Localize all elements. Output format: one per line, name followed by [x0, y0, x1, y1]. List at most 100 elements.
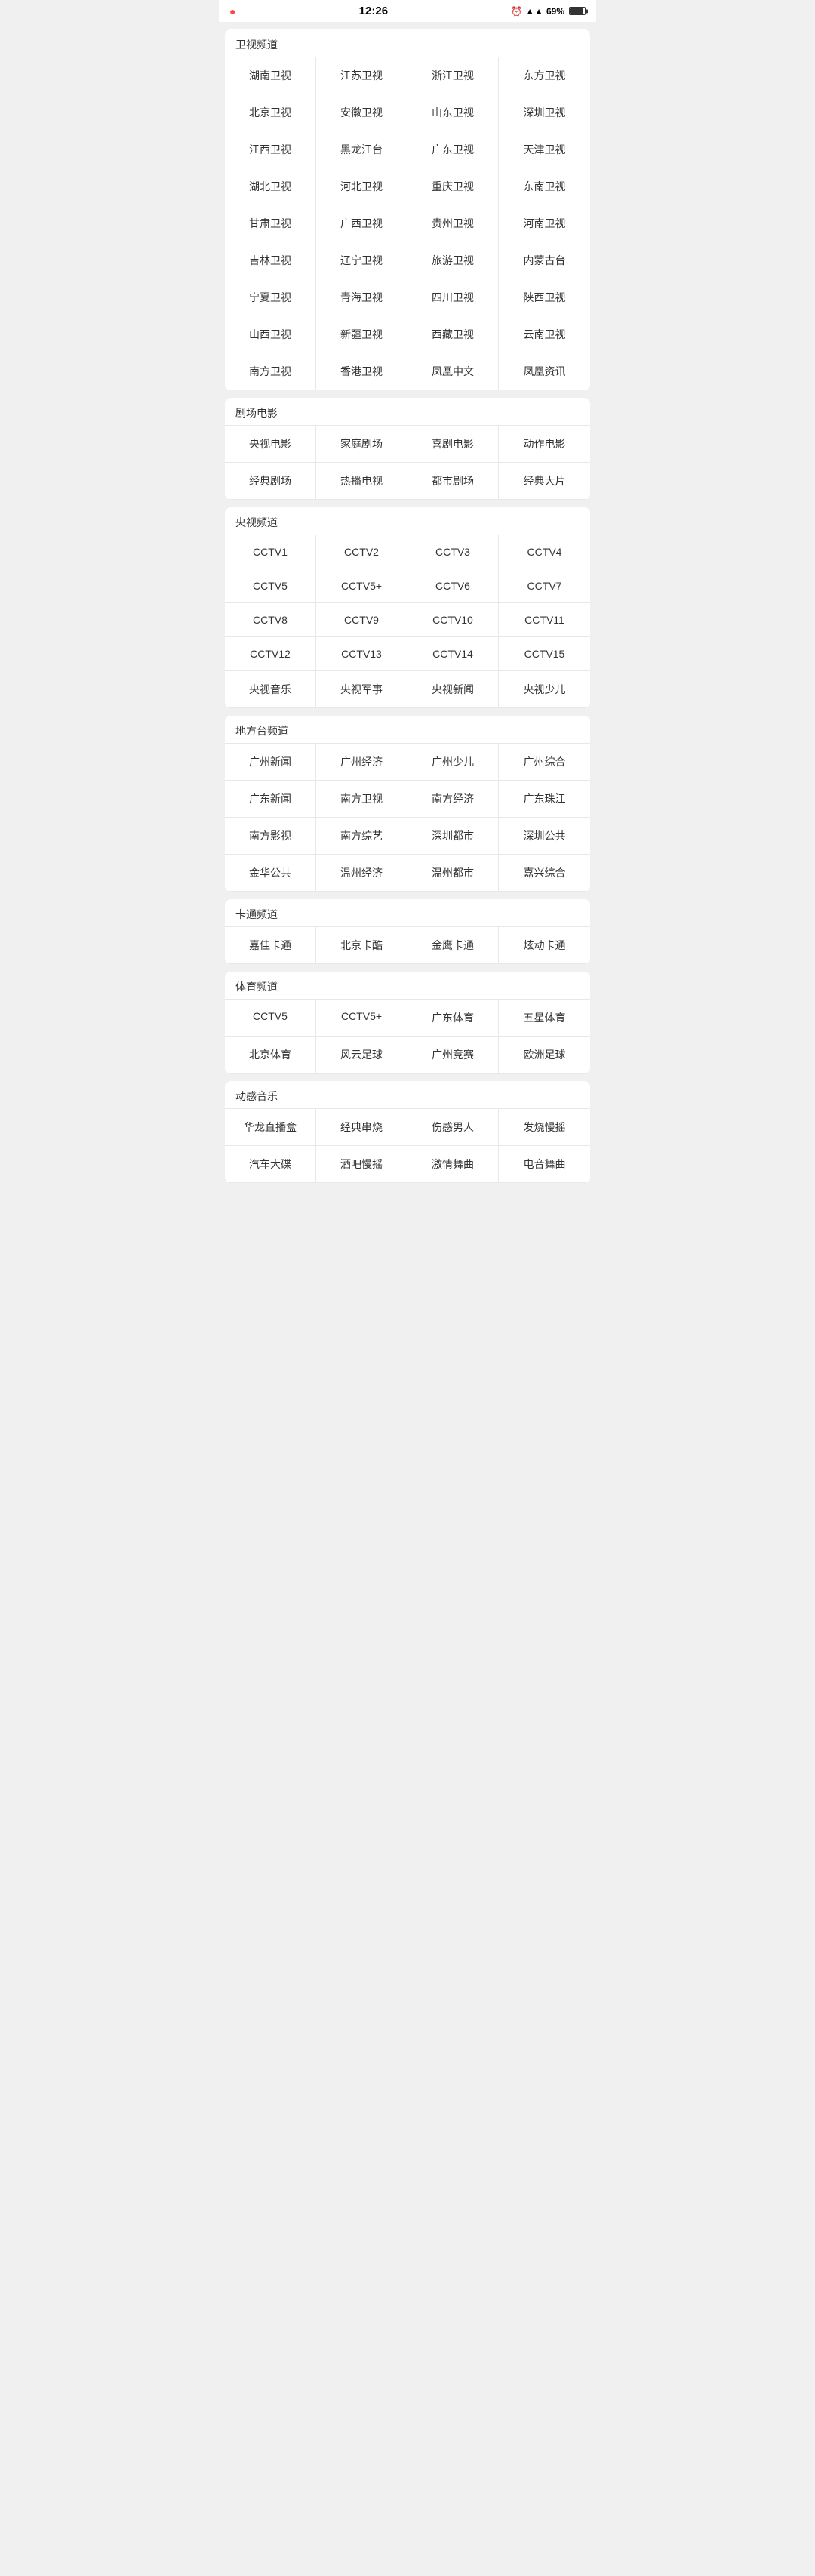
grid-item[interactable]: CCTV13: [316, 637, 408, 671]
grid-item[interactable]: 温州经济: [316, 855, 408, 892]
grid-item[interactable]: CCTV5+: [316, 569, 408, 603]
grid-item[interactable]: 广州新闻: [225, 744, 316, 781]
grid-item[interactable]: 北京体育: [225, 1037, 316, 1074]
grid-item[interactable]: 甘肃卫视: [225, 205, 316, 242]
grid-item[interactable]: 经典剧场: [225, 463, 316, 500]
grid-item[interactable]: 央视音乐: [225, 671, 316, 708]
grid-item[interactable]: 喜剧电影: [408, 426, 499, 463]
grid-item[interactable]: 重庆卫视: [408, 168, 499, 205]
grid-item[interactable]: CCTV5+: [316, 1000, 408, 1037]
grid-item[interactable]: 湖南卫视: [225, 57, 316, 94]
grid-item[interactable]: CCTV10: [408, 603, 499, 637]
grid-item[interactable]: 发烧慢摇: [499, 1109, 590, 1146]
grid-item[interactable]: CCTV5: [225, 569, 316, 603]
grid-item[interactable]: 欧洲足球: [499, 1037, 590, 1074]
grid-item[interactable]: 黑龙江台: [316, 131, 408, 168]
grid-item[interactable]: 吉林卫视: [225, 242, 316, 279]
grid-item[interactable]: 金华公共: [225, 855, 316, 892]
grid-item[interactable]: 央视少儿: [499, 671, 590, 708]
grid-item[interactable]: 天津卫视: [499, 131, 590, 168]
grid-item[interactable]: 安徽卫视: [316, 94, 408, 131]
grid-item[interactable]: 五星体育: [499, 1000, 590, 1037]
grid-item[interactable]: 凤凰资讯: [499, 353, 590, 390]
grid-item[interactable]: 南方卫视: [225, 353, 316, 390]
grid-item[interactable]: 温州都市: [408, 855, 499, 892]
grid-item[interactable]: 浙江卫视: [408, 57, 499, 94]
grid-item[interactable]: 炫动卡通: [499, 927, 590, 964]
grid-item[interactable]: 都市剧场: [408, 463, 499, 500]
grid-item[interactable]: 经典串烧: [316, 1109, 408, 1146]
grid-item[interactable]: CCTV2: [316, 535, 408, 569]
grid-item[interactable]: CCTV12: [225, 637, 316, 671]
grid-item[interactable]: 凤凰中文: [408, 353, 499, 390]
grid-item[interactable]: 四川卫视: [408, 279, 499, 316]
grid-item[interactable]: 金鹰卡通: [408, 927, 499, 964]
grid-item[interactable]: CCTV3: [408, 535, 499, 569]
grid-item[interactable]: CCTV7: [499, 569, 590, 603]
grid-item[interactable]: 广州少儿: [408, 744, 499, 781]
grid-item[interactable]: 广州综合: [499, 744, 590, 781]
grid-item[interactable]: 广州经济: [316, 744, 408, 781]
grid-item[interactable]: 香港卫视: [316, 353, 408, 390]
grid-item[interactable]: 湖北卫视: [225, 168, 316, 205]
grid-item[interactable]: CCTV9: [316, 603, 408, 637]
grid-item[interactable]: 山东卫视: [408, 94, 499, 131]
grid-item[interactable]: CCTV15: [499, 637, 590, 671]
grid-item[interactable]: 北京卫视: [225, 94, 316, 131]
grid-item[interactable]: CCTV5: [225, 1000, 316, 1037]
grid-item[interactable]: 东方卫视: [499, 57, 590, 94]
grid-item[interactable]: 西藏卫视: [408, 316, 499, 353]
grid-item[interactable]: 汽车大碟: [225, 1146, 316, 1183]
grid-item[interactable]: CCTV6: [408, 569, 499, 603]
grid-item[interactable]: 旅游卫视: [408, 242, 499, 279]
grid-item[interactable]: 宁夏卫视: [225, 279, 316, 316]
grid-item[interactable]: 云南卫视: [499, 316, 590, 353]
grid-item[interactable]: 北京卡酷: [316, 927, 408, 964]
grid-item[interactable]: 河北卫视: [316, 168, 408, 205]
grid-item[interactable]: 广东卫视: [408, 131, 499, 168]
grid-item[interactable]: 辽宁卫视: [316, 242, 408, 279]
grid-item[interactable]: 电音舞曲: [499, 1146, 590, 1183]
grid-item[interactable]: 内蒙古台: [499, 242, 590, 279]
grid-item[interactable]: 家庭剧场: [316, 426, 408, 463]
grid-item[interactable]: 贵州卫视: [408, 205, 499, 242]
grid-item[interactable]: 央视电影: [225, 426, 316, 463]
grid-item[interactable]: 广西卫视: [316, 205, 408, 242]
grid-item[interactable]: CCTV8: [225, 603, 316, 637]
grid-item[interactable]: CCTV1: [225, 535, 316, 569]
grid-item[interactable]: 深圳公共: [499, 818, 590, 855]
grid-item[interactable]: 深圳卫视: [499, 94, 590, 131]
grid-item[interactable]: 广州竞赛: [408, 1037, 499, 1074]
grid-item[interactable]: 风云足球: [316, 1037, 408, 1074]
grid-item[interactable]: 经典大片: [499, 463, 590, 500]
grid-item[interactable]: 华龙直播盒: [225, 1109, 316, 1146]
grid-item[interactable]: 激情舞曲: [408, 1146, 499, 1183]
grid-item[interactable]: 南方经济: [408, 781, 499, 818]
grid-item[interactable]: 深圳都市: [408, 818, 499, 855]
grid-item[interactable]: 山西卫视: [225, 316, 316, 353]
grid-item[interactable]: 河南卫视: [499, 205, 590, 242]
grid-item[interactable]: CCTV14: [408, 637, 499, 671]
grid-item[interactable]: CCTV4: [499, 535, 590, 569]
grid-item[interactable]: 央视军事: [316, 671, 408, 708]
grid-item[interactable]: 南方卫视: [316, 781, 408, 818]
grid-item[interactable]: 南方影视: [225, 818, 316, 855]
grid-item[interactable]: 酒吧慢摇: [316, 1146, 408, 1183]
grid-item[interactable]: 南方综艺: [316, 818, 408, 855]
grid-item[interactable]: 热播电视: [316, 463, 408, 500]
grid-item[interactable]: 东南卫视: [499, 168, 590, 205]
grid-item[interactable]: 江苏卫视: [316, 57, 408, 94]
grid-item[interactable]: 陕西卫视: [499, 279, 590, 316]
grid-item[interactable]: 广东体育: [408, 1000, 499, 1037]
grid-item[interactable]: 伤感男人: [408, 1109, 499, 1146]
grid-item[interactable]: 广东珠江: [499, 781, 590, 818]
grid-item[interactable]: 新疆卫视: [316, 316, 408, 353]
grid-item[interactable]: 广东新闻: [225, 781, 316, 818]
grid-item[interactable]: 动作电影: [499, 426, 590, 463]
grid-item[interactable]: 嘉兴综合: [499, 855, 590, 892]
grid-item[interactable]: 嘉佳卡通: [225, 927, 316, 964]
grid-item[interactable]: CCTV11: [499, 603, 590, 637]
grid-item[interactable]: 江西卫视: [225, 131, 316, 168]
grid-item[interactable]: 央视新闻: [408, 671, 499, 708]
grid-item[interactable]: 青海卫视: [316, 279, 408, 316]
